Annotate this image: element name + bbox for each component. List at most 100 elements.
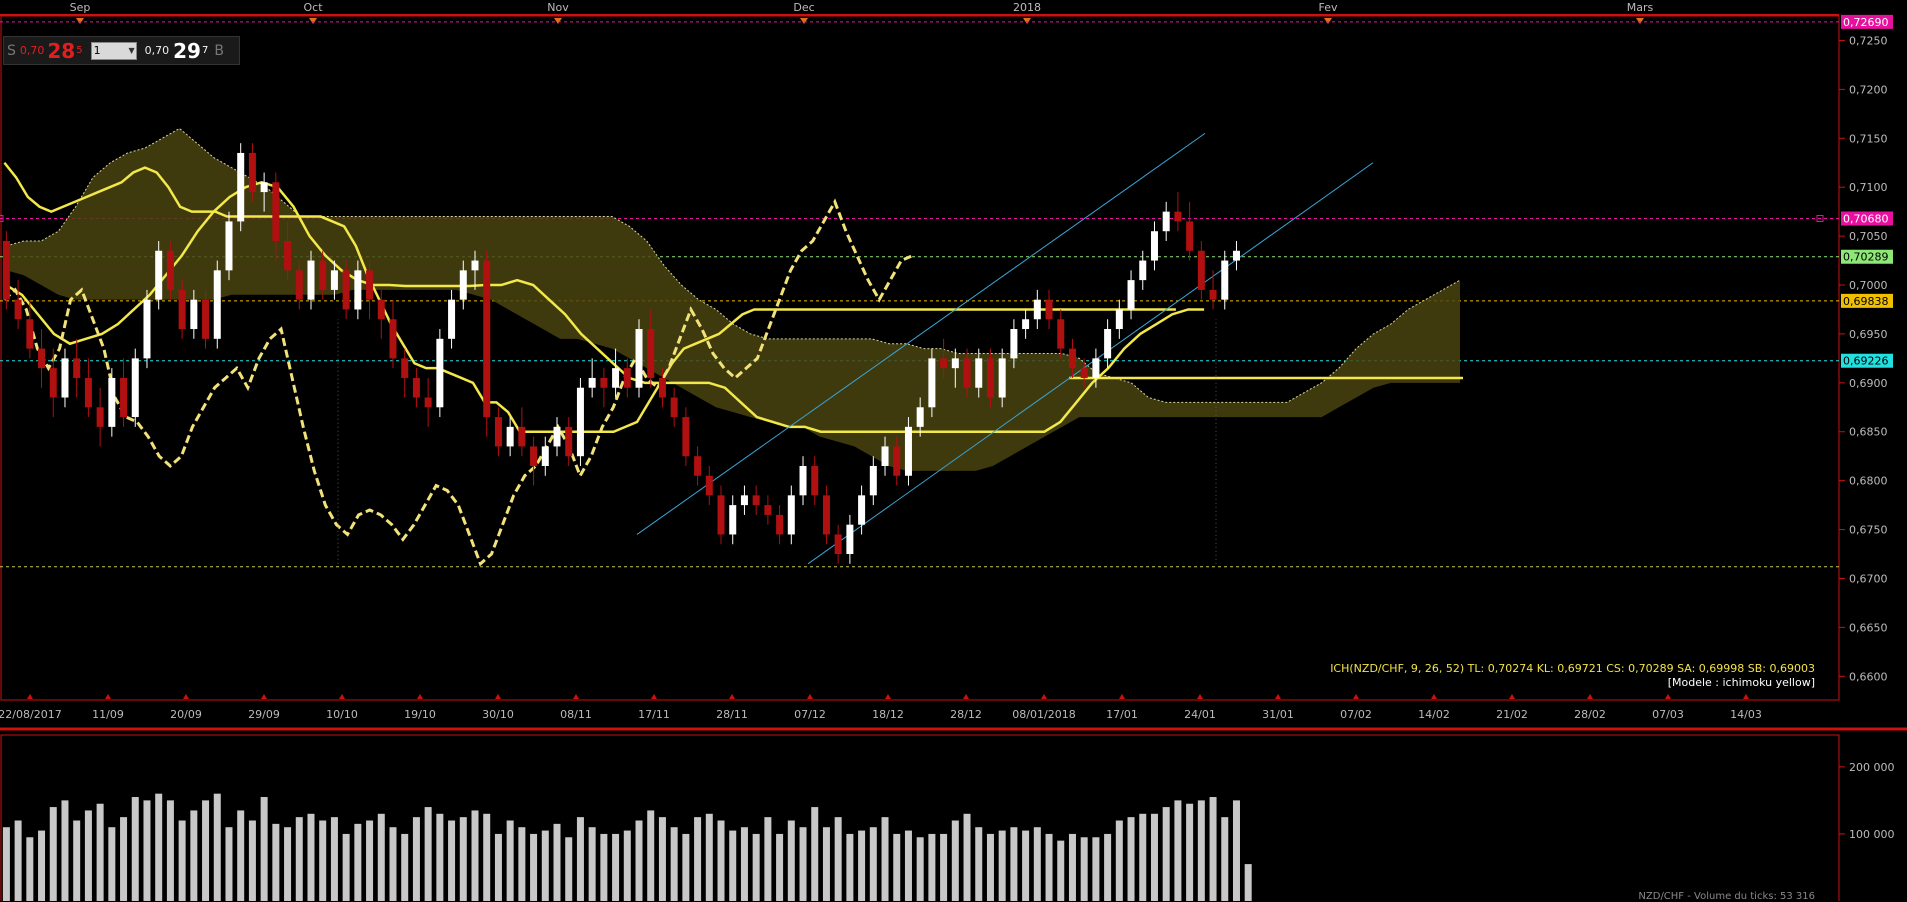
candle-body: [1197, 250, 1205, 290]
volume-bar: [213, 793, 221, 901]
month-marker: [1023, 18, 1031, 24]
candle-body: [166, 250, 174, 290]
volume-bar: [869, 827, 877, 901]
volume-bar: [401, 833, 409, 901]
volume-bar: [366, 820, 374, 901]
date-tick-label: 17/01: [1106, 708, 1138, 721]
date-tick-marker: [1665, 694, 1671, 699]
date-tick-label: 18/12: [872, 708, 904, 721]
date-tick-marker: [1587, 694, 1593, 699]
month-marker: [1636, 18, 1644, 24]
model-label: [Modele : ichimoku yellow]: [1667, 676, 1815, 689]
candle-body: [1162, 211, 1170, 232]
volume-bar: [846, 833, 854, 901]
candle-body: [506, 426, 514, 447]
candle-body: [38, 348, 46, 369]
volume-bar: [459, 817, 467, 901]
volume-bar: [541, 830, 549, 901]
price-tick-label: 0,6650: [1849, 621, 1888, 634]
candle-body: [354, 270, 362, 310]
volume-bar: [764, 817, 772, 901]
candle-body: [26, 319, 34, 349]
volume-bar: [1068, 833, 1076, 901]
candle-body: [2, 240, 10, 300]
volume-bar: [1232, 800, 1240, 901]
candle-body: [237, 152, 245, 222]
candle-body: [893, 446, 901, 476]
price-level-label: 0,70289: [1843, 251, 1889, 264]
volume-bar: [1150, 813, 1158, 901]
volume-bar: [576, 817, 584, 901]
volume-bar: [553, 823, 561, 901]
month-marker: [1324, 18, 1332, 24]
candle-body: [588, 377, 596, 388]
volume-bar: [237, 810, 245, 901]
price-level-label: 0,69226: [1843, 355, 1889, 368]
date-tick-label: 31/01: [1262, 708, 1294, 721]
candle-body: [1057, 319, 1065, 349]
volume-bar: [108, 827, 116, 901]
date-tick-marker: [339, 694, 345, 699]
candle-body: [975, 358, 983, 388]
candle-body: [623, 368, 631, 388]
volume-bar: [916, 837, 924, 901]
volume-bar: [940, 833, 948, 901]
date-tick-marker: [105, 694, 111, 699]
month-label: Mars: [1627, 1, 1654, 14]
date-tick-label: 29/09: [248, 708, 280, 721]
candle-body: [248, 152, 256, 193]
price-tick-label: 0,6900: [1849, 377, 1888, 390]
date-tick-label: 07/12: [794, 708, 826, 721]
volume-footer: NZD/CHF - Volume du ticks: 53 316: [1638, 891, 1815, 902]
candle-body: [963, 358, 971, 388]
price-tick-label: 0,6750: [1849, 524, 1888, 537]
ichimoku-chart[interactable]: Sep Oct Nov Dec 2018 Fev Mars 22/08/2017 11/09 20…: [0, 0, 1907, 901]
volume-bar: [1115, 820, 1123, 901]
volume-bar: [1139, 813, 1147, 901]
volume-bar: [284, 827, 292, 901]
date-tick-marker: [573, 694, 579, 699]
candle-body: [190, 299, 198, 330]
volume-bar: [506, 820, 514, 901]
volume-tick-label: 100 000: [1849, 828, 1895, 841]
volume-bar: [600, 833, 608, 901]
volume-bar: [963, 813, 971, 901]
price-tick-label: 0,7050: [1849, 230, 1888, 243]
candle-body: [143, 299, 151, 359]
volume-bar: [623, 830, 631, 901]
candle-body: [904, 426, 912, 476]
month-label: Dec: [793, 1, 814, 14]
candle-body: [272, 182, 280, 241]
volume-bar: [928, 833, 936, 901]
volume-bar: [295, 817, 303, 901]
candle-body: [799, 465, 807, 496]
date-tick-label: 28/02: [1574, 708, 1606, 721]
volume-bar: [588, 827, 596, 901]
candle-body: [448, 299, 456, 339]
volume-bar: [1162, 807, 1170, 901]
candle-body: [518, 426, 526, 447]
candle-body: [1209, 289, 1217, 300]
candle-body: [1068, 348, 1076, 369]
volume-bar: [729, 830, 737, 901]
month-marker: [554, 18, 562, 24]
volume-bar: [389, 827, 397, 901]
candle-body: [1174, 211, 1182, 222]
date-tick-label: 24/01: [1184, 708, 1216, 721]
volume-bar: [143, 800, 151, 901]
candle-body: [729, 505, 737, 535]
volume-bar: [893, 833, 901, 901]
candle-body: [670, 397, 678, 418]
date-tick-label: 30/10: [482, 708, 514, 721]
candle-body: [202, 299, 210, 339]
candle-body: [1150, 231, 1158, 261]
candle-body: [1127, 280, 1135, 310]
volume-bar: [330, 817, 338, 901]
candle-body: [225, 221, 233, 271]
date-tick-marker: [1431, 694, 1437, 699]
volume-bar: [131, 797, 139, 901]
candle-body: [694, 456, 702, 476]
candle-body: [764, 505, 772, 515]
candle-body: [776, 514, 784, 535]
candle-body: [342, 270, 350, 310]
